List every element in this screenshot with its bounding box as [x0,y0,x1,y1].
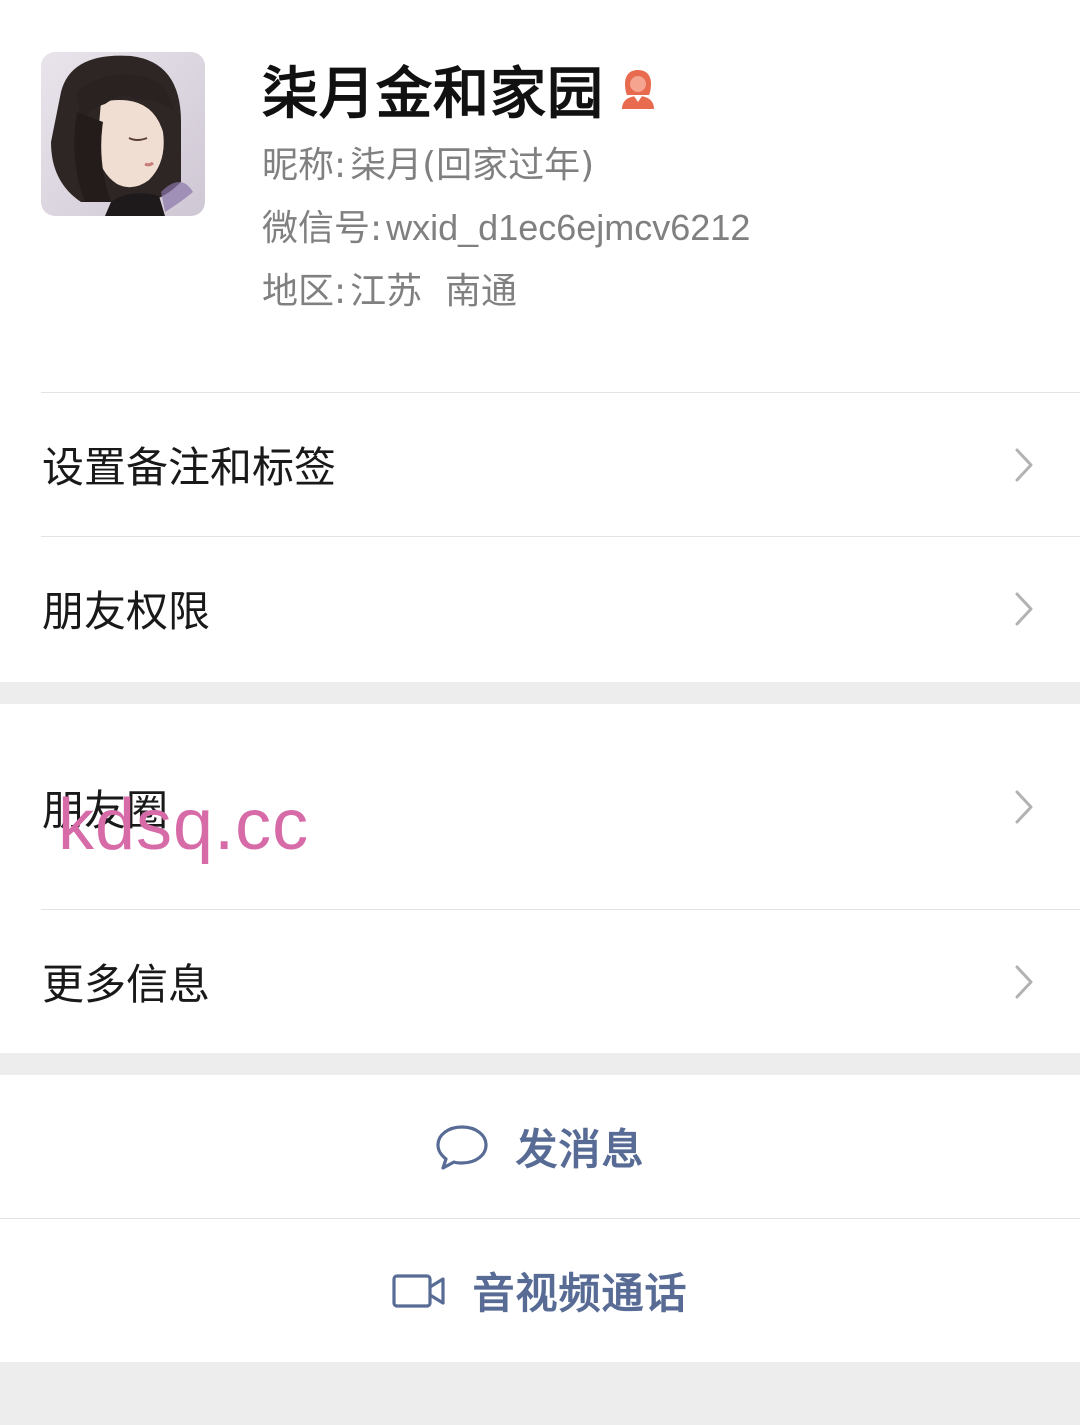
info-card: 朋友圈 更多信息 [0,704,1080,1053]
send-message-label: 发消息 [515,1125,645,1174]
avatar[interactable] [41,52,205,216]
remark-tags-row[interactable]: 设置备注和标签 [0,393,1080,536]
send-message-button[interactable]: 发消息 [0,1075,1080,1218]
chevron-right-icon [1015,965,1033,998]
chevron-right-icon [1015,592,1033,625]
more-info-label: 更多信息 [42,960,211,1009]
contact-name: 柒月金和家园 [262,61,604,127]
nickname-value: 柒月(回家过年) [350,145,595,186]
av-call-label: 音视频通话 [472,1269,688,1318]
wxid-label: 微信号: [262,208,383,249]
av-call-button[interactable]: 音视频通话 [0,1219,1080,1362]
moments-label: 朋友圈 [42,785,169,835]
nickname-label: 昵称: [262,145,347,186]
video-camera-icon [392,1273,446,1308]
chevron-right-icon [1015,790,1033,824]
more-info-row[interactable]: 更多信息 [0,910,1080,1053]
nickname-line: 昵称: 柒月(回家过年) [262,136,594,188]
moments-row[interactable]: 朋友圈 [0,734,1080,880]
wxid-line: 微信号: wxid_d1ec6ejmcv6212 [262,199,750,251]
region-value: 江苏 南通 [350,271,518,312]
contact-profile-page: 柒月金和家园 昵称: 柒月(回家过年) 微信号: wxid_d1ec6ejmcv62… [0,0,1080,1425]
name-row: 柒月金和家园 [262,52,658,127]
friend-permissions-label: 朋友权限 [42,587,211,636]
friend-permissions-row[interactable]: 朋友权限 [0,537,1080,680]
profile-card: 柒月金和家园 昵称: 柒月(回家过年) 微信号: wxid_d1ec6ejmcv62… [0,0,1080,682]
region-label: 地区: [262,271,347,312]
chevron-right-icon [1015,448,1033,481]
avatar-image [41,52,205,216]
region-line: 地区: 江苏 南通 [262,262,517,314]
female-person-icon [622,70,654,109]
remark-tags-label: 设置备注和标签 [42,443,337,492]
chat-bubble-icon [436,1124,489,1170]
wxid-value[interactable]: wxid_d1ec6ejmcv6212 [386,207,750,248]
